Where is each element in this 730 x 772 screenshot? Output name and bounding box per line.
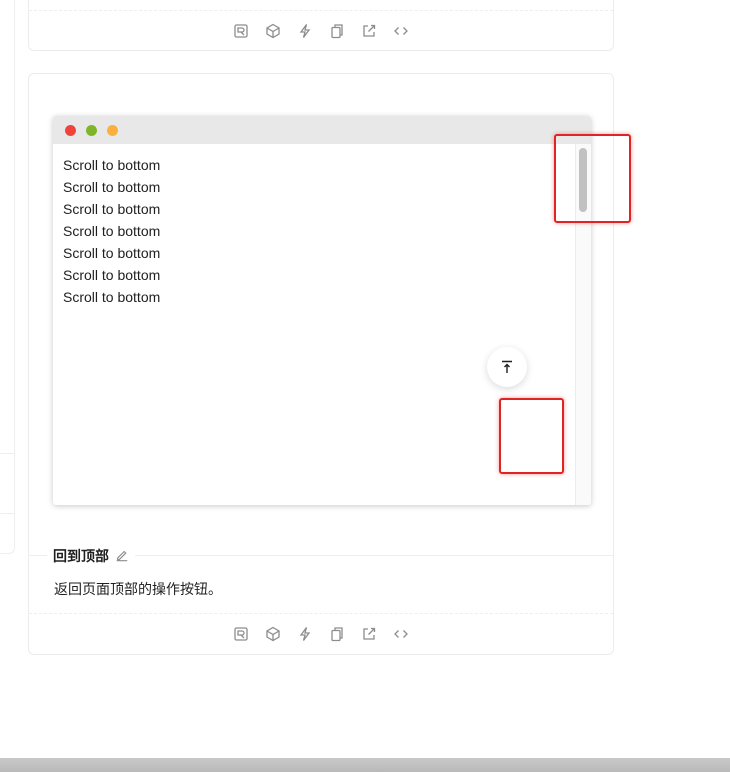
- demo-title-text: 回到顶部: [53, 548, 109, 564]
- scrollbar-thumb[interactable]: [579, 148, 587, 212]
- content-line: Scroll to bottom: [63, 245, 161, 261]
- window-close-dot: [65, 125, 76, 136]
- previous-demo-card: [28, 0, 614, 51]
- demo-title: 回到顶部: [47, 546, 135, 566]
- back-top-demo-card: Scroll to bottom Scroll to bottom Scroll…: [28, 73, 614, 655]
- back-to-top-button[interactable]: [487, 347, 527, 387]
- bottom-bar: [0, 758, 730, 772]
- preview-window: Scroll to bottom Scroll to bottom Scroll…: [53, 116, 591, 505]
- codepen-box-icon[interactable]: [264, 22, 282, 40]
- code-actions: [29, 613, 613, 654]
- left-column-edge: [0, 0, 15, 554]
- stackblitz-icon[interactable]: [296, 625, 314, 643]
- content-line: Scroll to bottom: [63, 267, 161, 283]
- content-line: Scroll to bottom: [63, 223, 161, 239]
- content-line: Scroll to bottom: [63, 179, 161, 195]
- window-minimize-dot: [107, 125, 118, 136]
- vertical-align-top-icon: [502, 360, 512, 373]
- copy-icon[interactable]: [328, 22, 346, 40]
- code-icon[interactable]: [392, 22, 410, 40]
- scroll-container[interactable]: Scroll to bottom Scroll to bottom Scroll…: [53, 144, 575, 505]
- vertical-scrollbar[interactable]: [575, 144, 591, 505]
- content-lines: Scroll to bottom Scroll to bottom Scroll…: [63, 154, 160, 308]
- window-titlebar: [53, 116, 591, 144]
- left-column-divider: [0, 513, 14, 514]
- demo-description: 返回页面顶部的操作按钮。: [54, 581, 222, 597]
- stackblitz-icon[interactable]: [296, 22, 314, 40]
- external-link-icon[interactable]: [360, 625, 378, 643]
- codesandbox-icon[interactable]: [232, 22, 250, 40]
- edit-icon[interactable]: [115, 548, 129, 565]
- code-actions: [29, 10, 613, 51]
- codepen-box-icon[interactable]: [264, 625, 282, 643]
- code-icon[interactable]: [392, 625, 410, 643]
- window-zoom-dot: [86, 125, 97, 136]
- left-column-divider: [0, 453, 14, 454]
- content-line: Scroll to bottom: [63, 289, 161, 305]
- content-line: Scroll to bottom: [63, 201, 161, 217]
- codesandbox-icon[interactable]: [232, 625, 250, 643]
- copy-icon[interactable]: [328, 625, 346, 643]
- external-link-icon[interactable]: [360, 22, 378, 40]
- content-line: Scroll to bottom: [63, 157, 161, 173]
